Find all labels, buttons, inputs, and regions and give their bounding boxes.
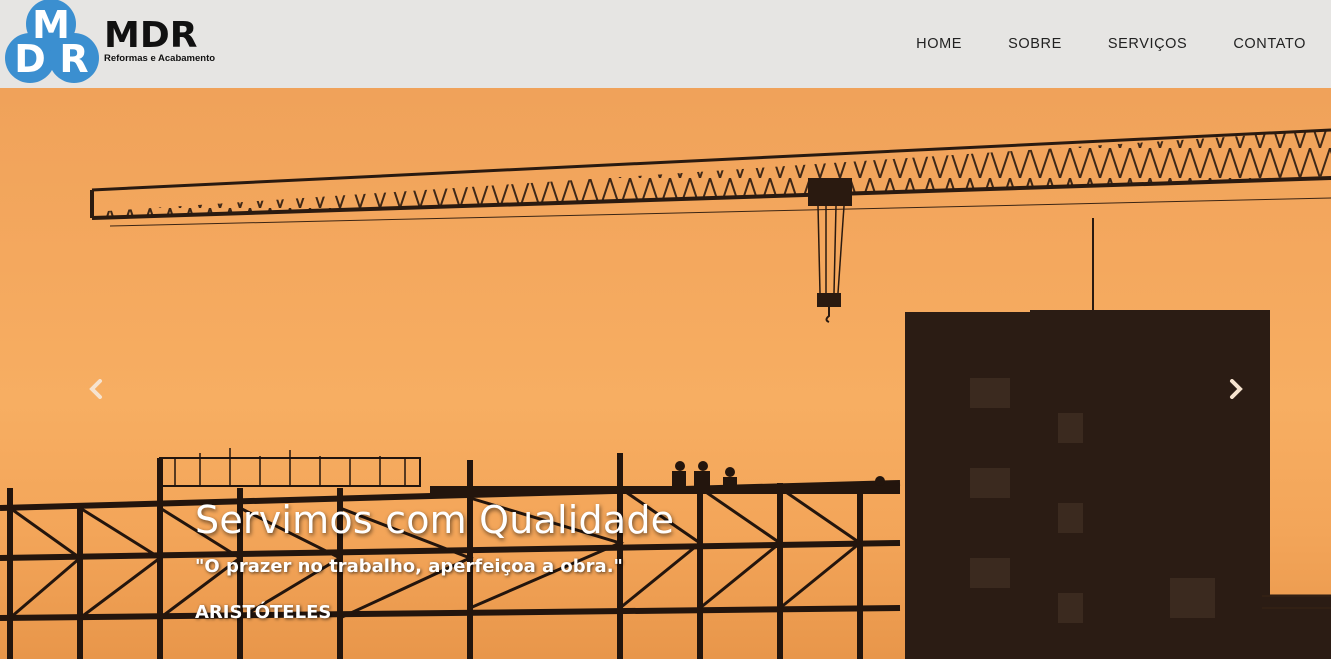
hero-caption: Servimos com Qualidade "O prazer no trab… bbox=[195, 496, 895, 625]
logo-letter-d: D bbox=[14, 37, 46, 81]
chevron-left-icon bbox=[89, 379, 102, 399]
hero-carousel: Servimos com Qualidade "O prazer no trab… bbox=[0, 88, 1331, 659]
nav-item-contato[interactable]: CONTATO bbox=[1233, 36, 1306, 52]
carousel-next-button[interactable] bbox=[1221, 374, 1251, 404]
chevron-right-icon bbox=[1230, 379, 1243, 399]
brand-logo[interactable]: M D R MDR Reformas e Acabamento bbox=[0, 0, 240, 88]
nav-item-servicos[interactable]: SERVIÇOS bbox=[1108, 36, 1187, 52]
hero-author: ARISTÓTELES bbox=[195, 602, 332, 623]
brand-tagline: Reformas e Acabamento bbox=[104, 53, 216, 64]
carousel-prev-button[interactable] bbox=[81, 374, 111, 404]
logo-mark-icon: M D R bbox=[5, 0, 99, 83]
navbar: M D R MDR Reformas e Acabamento HOME SOB… bbox=[0, 0, 1331, 88]
hero-quote: "O prazer no trabalho, aperfeiçoa a obra… bbox=[195, 556, 623, 577]
brand-name: MDR bbox=[104, 15, 198, 56]
main-nav: HOME SOBRE SERVIÇOS CONTATO bbox=[870, 0, 1306, 88]
nav-item-home[interactable]: HOME bbox=[916, 36, 962, 52]
hero-title: Servimos com Qualidade bbox=[195, 498, 675, 542]
logo-letter-r: R bbox=[59, 37, 88, 81]
nav-item-sobre[interactable]: SOBRE bbox=[1008, 36, 1062, 52]
